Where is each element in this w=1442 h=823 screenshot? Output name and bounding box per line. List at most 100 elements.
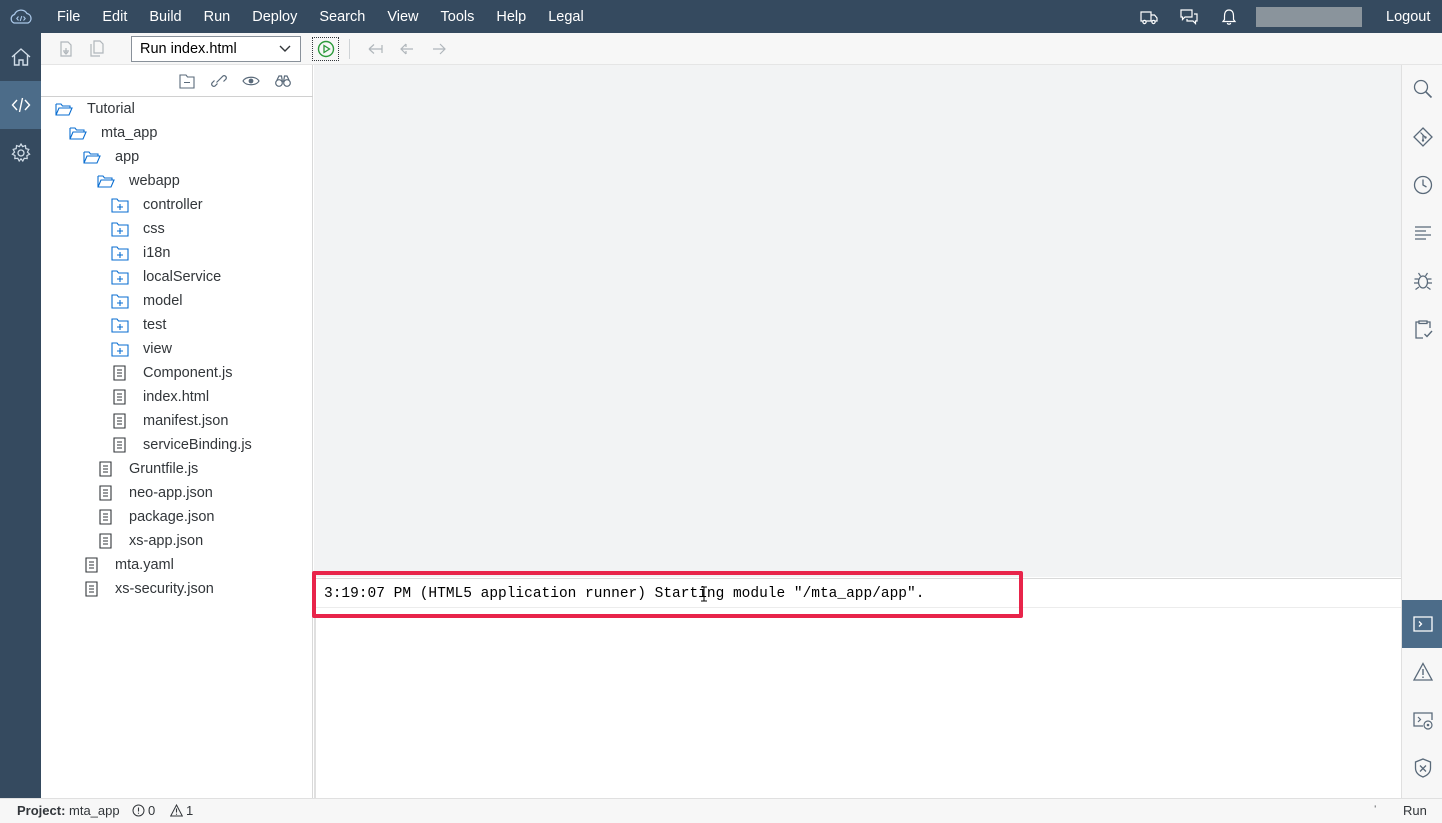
menu-run[interactable]: Run: [193, 0, 242, 33]
user-name-redacted[interactable]: [1256, 7, 1362, 27]
tree-folder-item[interactable]: controller: [111, 193, 203, 217]
notification-bell-icon[interactable]: [1220, 8, 1238, 26]
project-label: Project:: [17, 803, 66, 818]
folder-closed-icon: [111, 318, 129, 333]
tree-file-item[interactable]: Component.js: [111, 361, 232, 385]
warnings-indicator[interactable]: 1: [170, 799, 193, 822]
folder-open-icon: [97, 175, 115, 188]
undo-icon[interactable]: [366, 40, 384, 58]
git-icon: [1412, 127, 1433, 147]
tree-file-item[interactable]: neo-app.json: [97, 481, 213, 505]
file-icon: [113, 413, 126, 429]
forward-icon[interactable]: [430, 40, 448, 58]
tree-item-label: app: [115, 149, 140, 165]
tree-item-label: view: [143, 341, 173, 357]
file-icon: [85, 581, 98, 597]
search-pane-button[interactable]: [1402, 65, 1442, 113]
back-icon[interactable]: [398, 40, 416, 58]
tree-item-label: manifest.json: [143, 413, 229, 429]
code-check-pane-button[interactable]: [1402, 305, 1442, 353]
tree-folder-item[interactable]: Tutorial: [55, 97, 135, 121]
tree-folder-item[interactable]: webapp: [97, 169, 180, 193]
show-hidden-icon[interactable]: [242, 73, 260, 89]
toolbar-separator: [349, 39, 350, 59]
folder-open-icon: [83, 151, 101, 164]
status-bar: Project: mta_app 0 1 ˈ Run: [0, 798, 1442, 823]
tree-item-label: xs-app.json: [129, 533, 204, 549]
file-icon: [113, 389, 126, 405]
tree-folder-item[interactable]: css: [111, 217, 165, 241]
run-console-pane-button[interactable]: [1402, 696, 1442, 744]
tree-folder-item[interactable]: model: [111, 289, 183, 313]
tree-file-item[interactable]: Gruntfile.js: [97, 457, 198, 481]
tree-file-item[interactable]: index.html: [111, 385, 209, 409]
history-pane-button[interactable]: [1402, 161, 1442, 209]
menu-help[interactable]: Help: [485, 0, 537, 33]
tree-file-item[interactable]: xs-security.json: [83, 577, 214, 601]
run-button[interactable]: [312, 37, 339, 61]
tree-folder-item[interactable]: app: [83, 145, 139, 169]
development-button[interactable]: [0, 81, 41, 129]
folder-closed-icon: [111, 294, 129, 309]
save-all-icon[interactable]: [88, 40, 106, 58]
menu-bar: File Edit Build Run Deploy Search View Tools Hel…: [0, 0, 1442, 33]
logout-button[interactable]: Logout: [1386, 0, 1430, 34]
tree-file-item[interactable]: package.json: [97, 505, 214, 529]
file-icon: [113, 365, 126, 381]
tree-item-label: i18n: [143, 245, 171, 261]
menu-search[interactable]: Search: [308, 0, 376, 33]
menu-deploy[interactable]: Deploy: [241, 0, 308, 33]
tree-folder-item[interactable]: view: [111, 337, 172, 361]
collapse-all-icon[interactable]: [178, 73, 196, 89]
tree-item-label: Gruntfile.js: [129, 461, 199, 477]
left-activity-bar: [0, 33, 41, 798]
menu-edit[interactable]: Edit: [91, 0, 138, 33]
tree-item-label: mta_app: [101, 125, 158, 141]
tree-item-label: css: [143, 221, 165, 237]
workspace-panel: Tutorial mta_appapp webapp controller css i18…: [41, 65, 313, 798]
tree-item-label: Tutorial: [87, 101, 135, 117]
project-name[interactable]: mta_app: [69, 799, 120, 822]
tree-file-item[interactable]: serviceBinding.js: [111, 433, 252, 457]
highlight-box: [312, 571, 1023, 618]
tree-folder-item[interactable]: localService: [111, 265, 221, 289]
file-icon: [99, 461, 112, 477]
tree-item-label: webapp: [129, 173, 180, 189]
tree-file-item[interactable]: xs-app.json: [97, 529, 203, 553]
home-icon: [11, 48, 30, 66]
delivery-truck-icon[interactable]: [1140, 8, 1158, 26]
menu-legal[interactable]: Legal: [537, 0, 594, 33]
debugger-pane-button[interactable]: [1402, 257, 1442, 305]
preferences-button[interactable]: [0, 129, 41, 177]
tree-item-label: model: [143, 293, 183, 309]
right-sidebar: [1401, 65, 1442, 798]
search-binoculars-icon[interactable]: [274, 73, 292, 89]
save-icon[interactable]: [57, 40, 75, 58]
error-circle-icon: [132, 804, 145, 817]
tree-folder-item[interactable]: test: [111, 313, 166, 337]
errors-indicator[interactable]: 0: [132, 799, 155, 822]
security-pane-button[interactable]: [1402, 744, 1442, 792]
search-icon: [1413, 79, 1432, 99]
discussion-icon[interactable]: [1180, 8, 1198, 26]
folder-open-icon: [55, 103, 73, 116]
tree-folder-item[interactable]: i18n: [111, 241, 170, 265]
menu-view[interactable]: View: [376, 0, 429, 33]
tree-folder-item[interactable]: mta_app: [69, 121, 157, 145]
cloud-code-icon[interactable]: [8, 7, 34, 27]
file-icon: [99, 485, 112, 501]
console-pane-button[interactable]: [1402, 600, 1442, 648]
menu-build[interactable]: Build: [138, 0, 192, 33]
tree-file-item[interactable]: mta.yaml: [83, 553, 174, 577]
link-editor-icon[interactable]: [210, 73, 228, 89]
outline-pane-button[interactable]: [1402, 209, 1442, 257]
git-pane-button[interactable]: [1402, 113, 1442, 161]
home-button[interactable]: [0, 33, 41, 81]
run-status-label[interactable]: Run: [1403, 799, 1427, 822]
run-configuration-select[interactable]: Run index.html: [131, 36, 301, 62]
menu-file[interactable]: File: [46, 0, 91, 33]
tree-file-item[interactable]: manifest.json: [111, 409, 228, 433]
problems-warning-icon: [1412, 662, 1433, 681]
problems-pane-button[interactable]: [1402, 648, 1442, 696]
menu-tools[interactable]: Tools: [430, 0, 486, 33]
